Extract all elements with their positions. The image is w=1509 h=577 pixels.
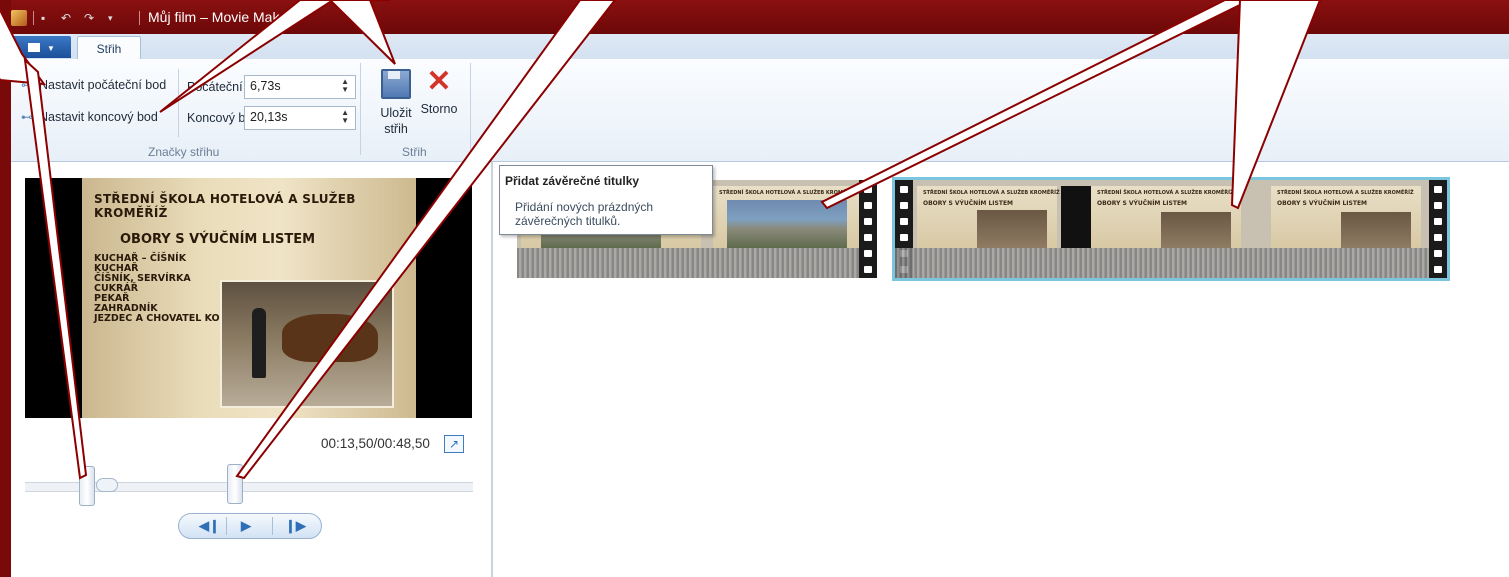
spinner-arrows-icon[interactable]: ▲ ▼ bbox=[341, 78, 349, 94]
slide-subtitle: OBORY S VÝUČNÍM LISTEM bbox=[120, 232, 316, 247]
tooltip-body: Přidání nových prázdných závěrečných tit… bbox=[515, 200, 654, 228]
previous-frame-icon[interactable]: ◀❙ bbox=[199, 518, 220, 534]
clip-thumbnail: STŘEDNÍ ŠKOLA HOTELOVÁ A SLUŽEB KROMĚŘÍŽ… bbox=[1091, 186, 1241, 248]
quick-save-icon[interactable]: ▪ bbox=[41, 12, 53, 24]
spinner-arrows-icon[interactable]: ▲ ▼ bbox=[341, 109, 349, 125]
movie-maker-window: ▪ ↶ ↷ ▾ Můj film – Movie Maker ▼ Střih ⊶… bbox=[11, 0, 1509, 577]
filmstrip-edge bbox=[859, 180, 877, 278]
group-label-trim-marks: Značky střihu bbox=[148, 145, 220, 159]
black-bar bbox=[1061, 186, 1091, 248]
thumb-caption: STŘEDNÍ ŠKOLA HOTELOVÁ A SLUŽEB KROMĚŘÍŽ bbox=[1277, 190, 1414, 196]
next-frame-icon[interactable]: ❙▶ bbox=[285, 518, 306, 534]
horse-shape bbox=[282, 314, 378, 362]
undo-icon[interactable]: ↶ bbox=[61, 12, 73, 24]
audio-waveform bbox=[517, 248, 707, 278]
time-display: 00:13,50/00:48,50 bbox=[321, 436, 430, 451]
tooltip-add-credits: Přidat závěrečné titulky Přidání nových … bbox=[499, 165, 713, 235]
start-point-spinner[interactable]: 6,73s ▲ ▼ bbox=[244, 75, 356, 99]
group-label-trim: Střih bbox=[402, 145, 427, 159]
horse-thumb bbox=[1341, 212, 1411, 248]
controls-divider bbox=[272, 517, 273, 535]
clip-thumbnail: STŘEDNÍ ŠKOLA HOTELOVÁ A SLUŽEB KROMĚŘÍŽ bbox=[713, 186, 873, 248]
slide-title: STŘEDNÍ ŠKOLA HOTELOVÁ A SLUŽEB KROMĚŘÍŽ bbox=[94, 192, 356, 220]
trim-end-handle[interactable] bbox=[227, 464, 243, 504]
thumb-subtitle: OBORY S VÝUČNÍM LISTEM bbox=[923, 200, 1014, 207]
title-separator bbox=[33, 11, 34, 25]
save-icon bbox=[381, 69, 411, 99]
chevron-down-icon: ▼ bbox=[47, 44, 55, 53]
customize-toolbar-icon[interactable]: ▾ bbox=[108, 12, 120, 24]
application-menu-button[interactable]: ▼ bbox=[11, 36, 71, 58]
storyboard-clip[interactable]: STŘEDNÍ ŠKOLA HOTELOVÁ A SLUŽEB KROMĚŘÍŽ bbox=[707, 180, 877, 278]
horse-thumb bbox=[977, 210, 1047, 248]
preview-pane: STŘEDNÍ ŠKOLA HOTELOVÁ A SLUŽEB KROMĚŘÍŽ… bbox=[11, 162, 493, 577]
set-start-point-button[interactable]: ⊶ Nastavit počáteční bod bbox=[21, 78, 166, 92]
horse-thumb bbox=[1161, 212, 1231, 248]
title-bar: ▪ ↶ ↷ ▾ Můj film – Movie Maker bbox=[11, 0, 1509, 34]
menu-icon bbox=[28, 43, 40, 52]
horse-photo bbox=[220, 280, 394, 408]
audio-waveform bbox=[895, 248, 1447, 278]
set-end-icon: ⊷ bbox=[21, 110, 33, 124]
set-start-label: Nastavit počáteční bod bbox=[39, 78, 167, 92]
close-icon: ✕ bbox=[426, 65, 452, 98]
playback-controls: ◀❙ ▶ ❙▶ bbox=[178, 513, 322, 539]
video-preview[interactable]: STŘEDNÍ ŠKOLA HOTELOVÁ A SLUŽEB KROMĚŘÍŽ… bbox=[25, 178, 472, 418]
ribbon-tab-row: ▼ Střih bbox=[11, 34, 1509, 60]
rider-shape bbox=[252, 308, 266, 378]
thumb-subtitle: OBORY S VÝUČNÍM LISTEM bbox=[1097, 200, 1188, 207]
thumb-caption: STŘEDNÍ ŠKOLA HOTELOVÁ A SLUŽEB KROMĚŘÍŽ bbox=[1097, 190, 1234, 196]
ribbon: ⊶ Nastavit počáteční bod ⊷ Nastavit koncov… bbox=[11, 59, 1509, 162]
selected-clip[interactable]: STŘEDNÍ ŠKOLA HOTELOVÁ A SLUŽEB KROMĚŘÍŽ… bbox=[892, 177, 1450, 281]
trim-start-handle[interactable] bbox=[79, 466, 95, 506]
slide-list: KUCHAŘ – ČÍŠNÍK KUCHAŘ ČÍŠNÍK, SERVÍRKA … bbox=[94, 254, 231, 324]
cancel-label: Storno bbox=[420, 102, 458, 116]
thumb-caption: STŘEDNÍ ŠKOLA HOTELOVÁ A SLUŽEB KROMĚŘÍŽ bbox=[719, 190, 856, 196]
end-point-value: 20,13s bbox=[250, 110, 288, 124]
title-separator-2 bbox=[139, 11, 140, 25]
thumb-caption: STŘEDNÍ ŠKOLA HOTELOVÁ A SLUŽEB KROMĚŘÍŽ bbox=[923, 190, 1060, 196]
playhead-knob[interactable] bbox=[96, 478, 118, 492]
clip-thumbnail: STŘEDNÍ ŠKOLA HOTELOVÁ A SLUŽEB KROMĚŘÍŽ… bbox=[917, 186, 1060, 248]
save-trim-button[interactable]: Uložit střih bbox=[373, 69, 419, 137]
preview-frame: STŘEDNÍ ŠKOLA HOTELOVÁ A SLUŽEB KROMĚŘÍŽ… bbox=[82, 178, 416, 418]
window-title: Můj film – Movie Maker bbox=[148, 9, 292, 25]
controls-divider bbox=[226, 517, 227, 535]
filmstrip-edge bbox=[1429, 180, 1447, 278]
group-divider-2 bbox=[470, 63, 471, 155]
fullscreen-icon[interactable]: ↗ bbox=[444, 435, 464, 453]
set-start-icon: ⊶ bbox=[21, 78, 33, 92]
redo-icon[interactable]: ↷ bbox=[84, 12, 96, 24]
school-building-photo bbox=[727, 200, 847, 248]
cancel-button[interactable]: ✕ Storno bbox=[416, 67, 462, 117]
end-point-spinner[interactable]: 20,13s ▲ ▼ bbox=[244, 106, 356, 130]
movie-maker-app-icon[interactable] bbox=[11, 10, 27, 26]
save-trim-label-1: Uložit bbox=[380, 106, 412, 120]
start-point-value: 6,73s bbox=[250, 79, 281, 93]
slide-list-item: JEZDEC A CHOVATEL KONÍ bbox=[94, 313, 232, 324]
tooltip-title: Přidat závěrečné titulky bbox=[505, 174, 640, 188]
group-divider bbox=[360, 63, 361, 155]
thumb-subtitle: OBORY S VÝUČNÍM LISTEM bbox=[1277, 200, 1368, 207]
play-icon[interactable]: ▶ bbox=[241, 518, 251, 534]
save-trim-label-2: střih bbox=[384, 122, 408, 136]
ribbon-divider bbox=[178, 69, 179, 137]
set-end-point-button[interactable]: ⊷ Nastavit koncový bod bbox=[21, 110, 158, 124]
tab-trim[interactable]: Střih bbox=[77, 36, 141, 60]
clip-thumbnail: STŘEDNÍ ŠKOLA HOTELOVÁ A SLUŽEB KROMĚŘÍŽ… bbox=[1271, 186, 1421, 248]
set-end-label: Nastavit koncový bod bbox=[39, 110, 158, 124]
audio-waveform bbox=[707, 248, 877, 278]
